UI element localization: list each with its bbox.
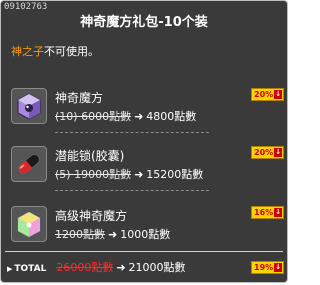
down-arrow-icon: ↓ xyxy=(274,148,283,157)
total-sale-price: 21000點數 xyxy=(128,261,186,274)
arrow-icon: ➜ xyxy=(116,261,126,274)
sale-price: 1000點數 xyxy=(120,228,171,241)
item-price: (10) 6000點數 ➜ 4800點數 xyxy=(55,108,196,124)
discount-badge: 20% ↓ xyxy=(251,88,285,101)
total-discount-badge: 19% ↓ xyxy=(251,261,285,274)
package-tooltip: 09102763 神奇魔方礼包-10个装 神之子不可使用。 神奇魔方 (10) … xyxy=(0,0,288,283)
triangle-icon: ▶ xyxy=(7,265,13,273)
total-original-price: 26000點數 xyxy=(56,261,114,274)
total-divider xyxy=(5,251,283,252)
original-price: (10) 6000點數 xyxy=(55,110,132,123)
item-name: 神奇魔方 xyxy=(55,91,104,105)
down-arrow-icon: ↓ xyxy=(274,263,283,272)
arrow-icon: ➜ xyxy=(134,110,144,123)
package-title: 神奇魔方礼包-10个装 xyxy=(80,15,208,30)
mystic-cube-icon xyxy=(11,88,47,124)
original-price: (5) 19000點數 xyxy=(55,168,132,181)
restriction-class: 神之子 xyxy=(11,45,44,58)
divider xyxy=(55,132,209,133)
restriction-notice: 神之子不可使用。 xyxy=(11,43,99,59)
down-arrow-icon: ↓ xyxy=(274,90,283,99)
total-label: ▶ TOTAL xyxy=(7,264,47,274)
discount-badge: 20% ↓ xyxy=(251,146,285,159)
item-price: (5) 19000點數 ➜ 15200點數 xyxy=(55,166,203,182)
arrow-icon: ➜ xyxy=(134,168,144,181)
package-item: 神奇魔方 (10) 6000點數 ➜ 4800點數 20% ↓ xyxy=(11,86,285,142)
down-arrow-icon: ↓ xyxy=(274,208,283,217)
restriction-text: 不可使用。 xyxy=(44,45,99,58)
sale-price: 15200點數 xyxy=(146,168,204,181)
total-row: ▶ TOTAL 26000點數 ➜ 21000點數 xyxy=(7,259,186,275)
advanced-cube-icon xyxy=(11,206,47,242)
potential-lock-capsule-icon xyxy=(11,146,47,182)
item-name: 高级神奇魔方 xyxy=(55,209,128,223)
package-item: 潜能锁(胶囊) (5) 19000點數 ➜ 15200點數 20% ↓ xyxy=(11,144,285,200)
discount-badge: 16% ↓ xyxy=(251,206,285,219)
sale-price: 4800點數 xyxy=(146,110,197,123)
arrow-icon: ➜ xyxy=(108,228,118,241)
item-name: 潜能锁(胶囊) xyxy=(55,149,125,163)
original-price: 1200點數 xyxy=(55,228,105,241)
divider xyxy=(55,190,209,191)
item-price: 1200點數 ➜ 1000點數 xyxy=(55,226,170,242)
